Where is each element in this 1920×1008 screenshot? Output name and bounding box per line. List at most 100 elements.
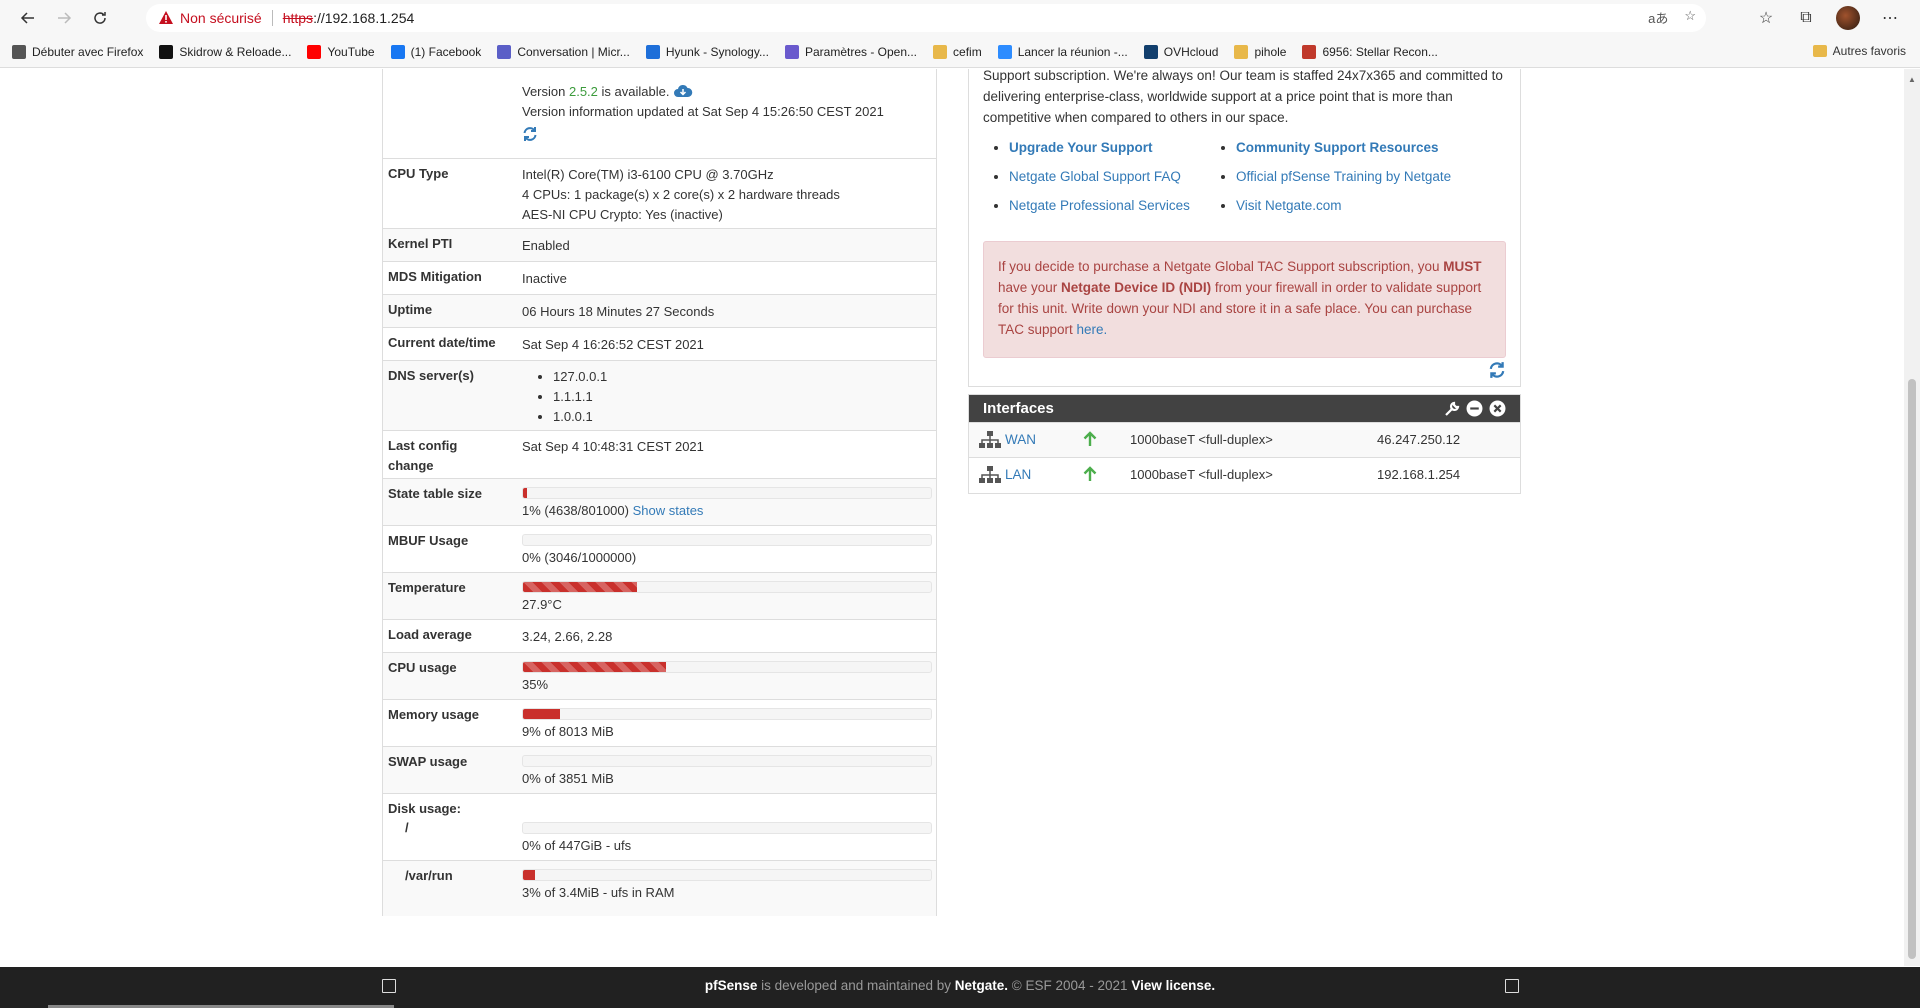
favorites-icon[interactable]: ☆ [1756, 8, 1776, 28]
footer-netgate-link[interactable]: Netgate. [955, 978, 1008, 993]
forward-button[interactable] [46, 0, 82, 36]
datetime-row: Current date/time Sat Sep 4 16:26:52 CES… [383, 327, 936, 360]
disk-root-progress [522, 822, 932, 834]
dns-item: 1.1.1.1 [553, 387, 607, 407]
close-icon[interactable] [1489, 400, 1506, 417]
bookmark-item[interactable]: Conversation | Micr... [497, 44, 630, 59]
mbuf-value: 0% (3046/1000000) [522, 550, 637, 565]
bookmark-label: pihole [1254, 44, 1287, 59]
load-average-row: Load average 3.24, 2.66, 2.28 [383, 619, 936, 652]
purchase-here-link[interactable]: here. [1077, 322, 1108, 337]
alert-must: MUST [1443, 259, 1482, 274]
bookmark-item[interactable]: OVHcloud [1143, 44, 1218, 59]
network-icon [979, 466, 1001, 483]
security-warning[interactable]: Non sécurisé [158, 10, 262, 26]
bookmark-item[interactable]: Débuter avec Firefox [12, 44, 143, 59]
interfaces-title: Interfaces [983, 400, 1054, 417]
minimize-icon[interactable] [1466, 400, 1483, 417]
temperature-label: Temperature [388, 580, 466, 595]
support-links-left: Upgrade Your Support Netgate Global Supp… [1009, 133, 1190, 220]
professional-services-link[interactable]: Netgate Professional Services [1009, 198, 1190, 213]
wan-link[interactable]: WAN [1005, 432, 1036, 447]
version-number-link[interactable]: 2.5.2 [569, 84, 598, 99]
version-updated: Version information updated at Sat Sep 4… [522, 104, 884, 119]
bookmark-item[interactable]: Lancer la réunion -... [997, 44, 1128, 59]
bookmark-favicon-icon [1143, 44, 1158, 59]
forward-arrow-icon [58, 12, 72, 24]
visit-netgate-link[interactable]: Visit Netgate.com [1236, 198, 1342, 213]
scrollbar-thumb[interactable] [1908, 379, 1916, 959]
uptime-value: 06 Hours 18 Minutes 27 Seconds [522, 304, 715, 319]
scroll-up-icon[interactable]: ▲ [1908, 75, 1916, 84]
kernel-pti-row: Kernel PTI Enabled [383, 228, 936, 261]
tac-support-alert: If you decide to purchase a Netgate Glob… [983, 241, 1506, 358]
lan-link[interactable]: LAN [1005, 467, 1031, 482]
profile-avatar[interactable] [1836, 6, 1860, 30]
bookmark-favicon-icon [933, 44, 948, 59]
collections-icon[interactable]: ⧉ [1796, 8, 1816, 28]
bookmark-label: (1) Facebook [410, 44, 482, 59]
other-bookmarks-label: Autres favoris [1832, 44, 1906, 58]
disk-varrun-label: /var/run [405, 868, 453, 883]
bookmark-favicon-icon [1234, 44, 1249, 59]
mds-label: MDS Mitigation [388, 269, 482, 284]
footer-text-1: is developed and maintained by [757, 978, 955, 993]
bookmark-favicon-icon [390, 44, 405, 59]
memory-usage-value: 9% of 8013 MiB [522, 724, 614, 739]
more-menu-icon[interactable]: ⋯ [1880, 8, 1900, 28]
download-cloud-icon[interactable] [673, 84, 693, 98]
page-scrollbar[interactable]: ▲ [1904, 69, 1920, 966]
bookmark-item[interactable]: (1) Facebook [390, 44, 482, 59]
memory-usage-row: Memory usage 9% of 8013 MiB [383, 699, 936, 746]
bookmark-item[interactable]: YouTube [307, 44, 375, 59]
footer-collapse-right-icon[interactable] [1505, 979, 1519, 993]
translate-icon[interactable]: aあ [1648, 8, 1668, 27]
bookmark-item[interactable]: Paramètres - Open... [784, 44, 917, 59]
back-arrow-icon [20, 12, 34, 24]
disk-varrun-progress-fill [523, 870, 536, 880]
other-bookmarks[interactable]: Autres favoris [1812, 44, 1906, 58]
support-refresh-icon[interactable] [1488, 361, 1506, 379]
last-config-value: Sat Sep 4 10:48:31 CEST 2021 [522, 439, 704, 454]
last-config-label-line2: change [388, 458, 434, 473]
wrench-icon[interactable] [1443, 400, 1460, 417]
url-host: ://192.168.1.254 [313, 10, 415, 26]
bookmarks-bar: Débuter avec Firefox Skidrow & Reloade...… [0, 36, 1920, 68]
footer-collapse-left-icon[interactable] [382, 979, 396, 993]
version-suffix: is available. [597, 84, 670, 99]
upgrade-support-link[interactable]: Upgrade Your Support [1009, 140, 1153, 155]
browser-toolbar: Non sécurisé https ://192.168.1.254 aあ ☆… [0, 0, 1920, 36]
dns-list: 127.0.0.1 1.1.1.1 1.0.0.1 [533, 367, 607, 427]
temperature-progress-fill [523, 582, 637, 592]
wan-ip: 46.247.250.12 [1377, 432, 1461, 447]
footer-brand: pfSense [704, 978, 758, 993]
pfsense-training-link[interactable]: Official pfSense Training by Netgate [1236, 169, 1451, 184]
refresh-icon[interactable] [522, 126, 538, 142]
browser-actions: ☆ ⧉ ⋯ [1756, 6, 1900, 30]
bookmark-item[interactable]: pihole [1234, 44, 1287, 59]
kernel-pti-label: Kernel PTI [388, 236, 453, 251]
bookmark-item[interactable]: Skidrow & Reloade... [159, 44, 291, 59]
view-license-link[interactable]: View license. [1131, 978, 1215, 993]
bookmark-item[interactable]: cefim [933, 44, 982, 59]
bookmark-item[interactable]: 6956: Stellar Recon... [1302, 44, 1438, 59]
bookmark-favicon-icon [12, 44, 26, 59]
system-information-panel: Version 2.5.2 is available. Version info… [382, 69, 937, 916]
add-favorite-icon[interactable]: ☆ [1684, 8, 1696, 27]
show-states-link[interactable]: Show states [633, 503, 704, 518]
lan-ip: 192.168.1.254 [1377, 467, 1461, 482]
back-button[interactable] [10, 0, 46, 36]
state-table-progress [522, 487, 932, 499]
reload-button[interactable] [82, 0, 118, 36]
security-label: Non sécurisé [180, 10, 262, 26]
disk-varrun-progress [522, 869, 932, 881]
community-support-link[interactable]: Community Support Resources [1236, 140, 1439, 155]
alert-text-1: If you decide to purchase a Netgate Glob… [998, 259, 1444, 274]
bookmark-item[interactable]: Hyunk - Synology... [645, 44, 769, 59]
datetime-label: Current date/time [388, 335, 496, 350]
support-faq-link[interactable]: Netgate Global Support FAQ [1009, 169, 1181, 184]
load-average-value: 3.24, 2.66, 2.28 [522, 629, 613, 644]
interface-row-wan: WAN 1000baseT <full-duplex> 46.247.250.1… [969, 422, 1520, 457]
address-bar[interactable]: Non sécurisé https ://192.168.1.254 aあ ☆ [146, 4, 1706, 32]
disk-root-label: / [405, 820, 409, 835]
